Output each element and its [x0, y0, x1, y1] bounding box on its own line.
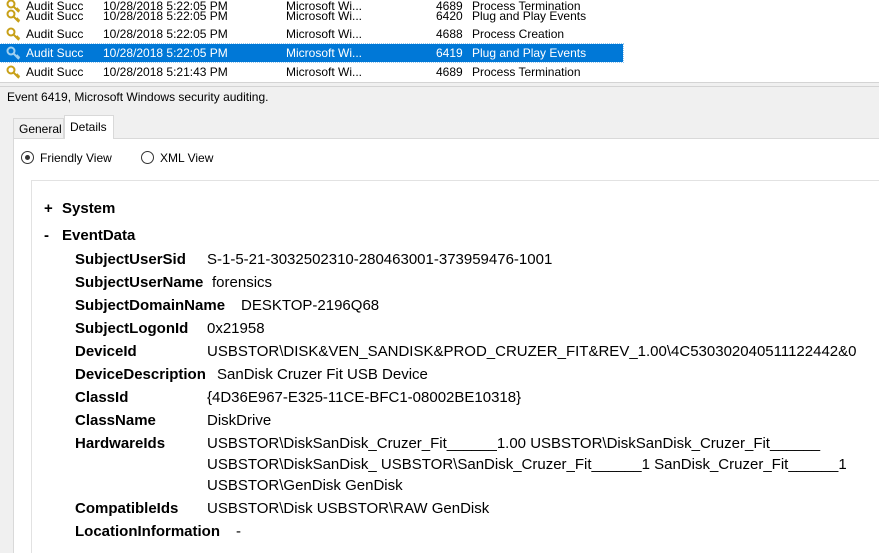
audit-key-icon	[6, 46, 21, 60]
field-name-subjectusername: SubjectUserName	[75, 274, 204, 291]
audit-key-icon	[6, 9, 21, 23]
event-details-title: Event 6419, Microsoft Windows security a…	[7, 90, 269, 104]
event-date: 10/28/2018 5:22:05 PM	[103, 46, 228, 60]
field-name-compatibleids: CompatibleIds	[75, 500, 179, 517]
field-value-deviceid: USBSTOR\DISK&VEN_SANDISK&PROD_CRUZER_FIT…	[207, 343, 857, 360]
event-source: Microsoft Wi...	[286, 27, 363, 41]
event-source: Microsoft Wi...	[286, 46, 363, 60]
field-name-deviceid: DeviceId	[75, 343, 137, 360]
event-row[interactable]: Audit Succ 10/28/2018 5:22:05 PM Microso…	[0, 25, 623, 43]
field-name-classid: ClassId	[75, 389, 129, 406]
collapse-toggle-icon[interactable]: -	[44, 227, 62, 245]
event-row-selected[interactable]: Audit Succ 10/28/2018 5:22:05 PM Microso…	[0, 43, 624, 63]
eventdata-section-label: EventData	[62, 227, 136, 244]
friendly-view-label: Friendly View	[40, 151, 112, 165]
event-source: Microsoft Wi...	[286, 9, 363, 23]
audit-key-icon	[6, 27, 21, 41]
field-value-subjectusersid: S-1-5-21-3032502310-280463001-373959476-…	[207, 251, 553, 268]
field-value-hardwareids-line1: USBSTOR\DiskSanDisk_Cruzer_Fit______1.00…	[207, 435, 821, 452]
event-id: 4688	[436, 27, 463, 41]
tab-general[interactable]: General	[13, 118, 64, 138]
event-row[interactable]: Audit Succ 10/28/2018 5:21:43 PM Microso…	[0, 63, 623, 81]
field-value-devicedescription: SanDisk Cruzer Fit USB Device	[217, 366, 428, 383]
field-value-hardwareids-line3: USBSTOR\GenDisk GenDisk	[207, 477, 403, 494]
field-value-compatibleids: USBSTOR\Disk USBSTOR\RAW GenDisk	[207, 500, 490, 517]
event-list[interactable]: Audit Succ 10/28/2018 5:22:05 PM Microso…	[0, 0, 879, 82]
xml-view-radio[interactable]: XML View	[141, 150, 221, 166]
event-id: 6420	[436, 9, 463, 23]
event-level: Audit Succ	[26, 46, 84, 60]
field-value-subjectlogonid: 0x21958	[207, 320, 265, 337]
event-date: 10/28/2018 5:21:43 PM	[103, 65, 228, 79]
friendly-view-radio[interactable]: Friendly View	[21, 150, 121, 166]
event-id: 4689	[436, 65, 463, 79]
radio-unselected-icon	[141, 151, 154, 164]
tab-details[interactable]: Details	[64, 115, 114, 139]
xml-view-label: XML View	[160, 151, 214, 165]
field-value-classid: {4D36E967-E325-11CE-BFC1-08002BE10318}	[207, 389, 522, 406]
event-task: Process Termination	[472, 65, 581, 79]
field-value-subjectdomainname: DESKTOP-2196Q68	[241, 297, 380, 314]
field-value-subjectusername: forensics	[212, 274, 273, 291]
event-date: 10/28/2018 5:22:05 PM	[103, 27, 228, 41]
field-name-subjectlogonid: SubjectLogonId	[75, 320, 189, 337]
radio-selected-icon	[21, 151, 34, 164]
event-source: Microsoft Wi...	[286, 65, 363, 79]
system-section[interactable]: + System	[44, 200, 115, 218]
field-value-hardwareids-line2: USBSTOR\DiskSanDisk_ USBSTOR\SanDisk_Cru…	[207, 456, 847, 473]
field-name-subjectusersid: SubjectUserSid	[75, 251, 186, 268]
field-name-hardwareids: HardwareIds	[75, 435, 166, 452]
field-name-subjectdomainname: SubjectDomainName	[75, 297, 226, 314]
event-level: Audit Succ	[26, 27, 84, 41]
event-row[interactable]: Audit Succ 10/28/2018 5:22:05 PM Microso…	[0, 7, 623, 25]
field-value-classname: DiskDrive	[207, 412, 272, 429]
pane-splitter[interactable]	[0, 82, 879, 87]
event-id: 6419	[436, 46, 463, 60]
event-task: Process Creation	[472, 27, 565, 41]
event-level: Audit Succ	[26, 65, 84, 79]
field-name-locationinformation: LocationInformation	[75, 523, 220, 540]
expand-toggle-icon[interactable]: +	[44, 200, 62, 218]
audit-key-icon	[6, 65, 21, 79]
event-date: 10/28/2018 5:22:05 PM	[103, 9, 228, 23]
event-level: Audit Succ	[26, 9, 84, 23]
field-name-devicedescription: DeviceDescription	[75, 366, 206, 383]
event-task: Plug and Play Events	[472, 46, 587, 60]
event-task: Plug and Play Events	[472, 9, 587, 23]
system-section-label: System	[62, 200, 116, 217]
field-value-locationinformation: -	[236, 523, 241, 540]
field-name-classname: ClassName	[75, 412, 156, 429]
eventdata-section[interactable]: - EventData	[44, 227, 135, 245]
